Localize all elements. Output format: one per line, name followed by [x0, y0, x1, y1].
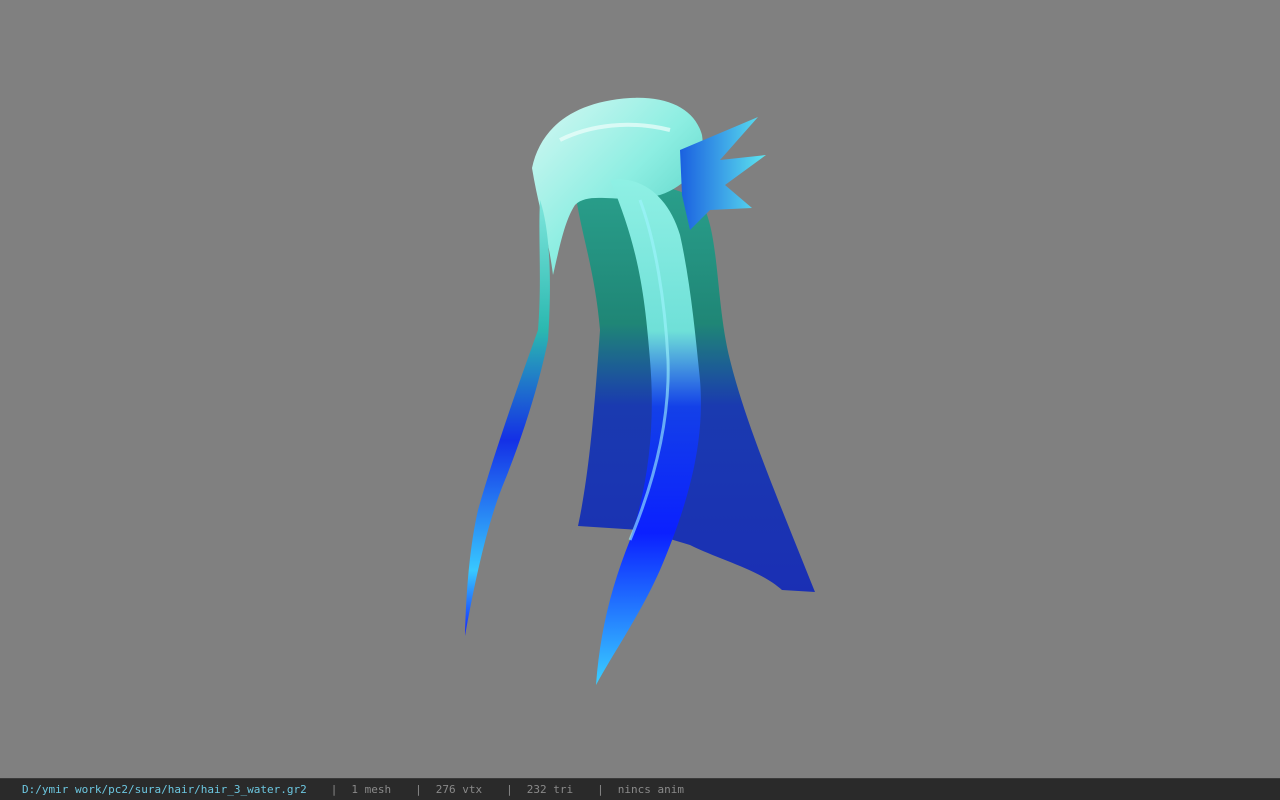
triangle-count: 232 tri: [526, 783, 574, 796]
separator: |: [506, 783, 513, 796]
status-bar: D:/ymir work/pc2/sura/hair/hair_3_water.…: [0, 778, 1280, 800]
separator: |: [597, 783, 604, 796]
vertex-count: 276 vtx: [435, 783, 483, 796]
hair-model-render[interactable]: [0, 0, 1280, 778]
mesh-count: 1 mesh: [351, 783, 392, 796]
animation-status: nincs anim: [617, 783, 684, 796]
separator: |: [415, 783, 422, 796]
separator: |: [330, 783, 338, 796]
left-hair-strand: [465, 200, 550, 636]
3d-viewport[interactable]: [0, 0, 1280, 778]
file-path: D:/ymir work/pc2/sura/hair/hair_3_water.…: [22, 783, 307, 796]
